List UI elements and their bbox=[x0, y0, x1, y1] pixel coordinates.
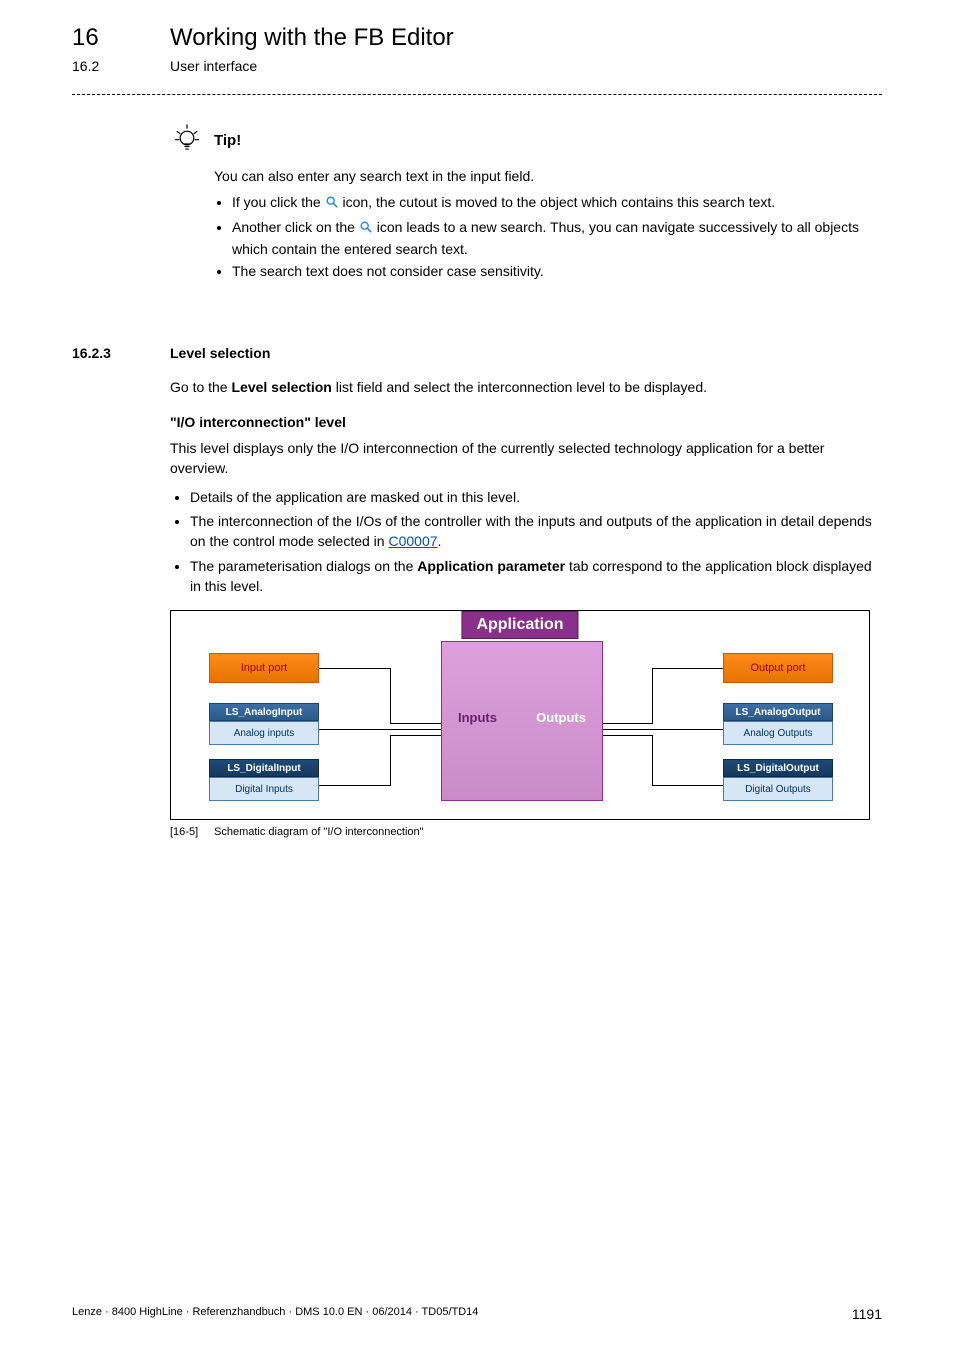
body-text: This level displays only the I/O interco… bbox=[170, 438, 882, 479]
magnifier-icon bbox=[359, 219, 373, 239]
diagram-outputs-label: Outputs bbox=[536, 710, 586, 725]
list-item: The parameterisation dialogs on the Appl… bbox=[190, 556, 882, 597]
list-item: Details of the application are masked ou… bbox=[190, 487, 882, 507]
diagram-wire bbox=[390, 735, 441, 736]
divider bbox=[72, 94, 882, 95]
tip-bullet: Another click on the icon leads to a new… bbox=[232, 217, 882, 260]
section-heading: 16.2User interface bbox=[72, 58, 882, 74]
section-title: User interface bbox=[170, 58, 257, 74]
chapter-title: Working with the FB Editor bbox=[170, 24, 454, 51]
tip-bullet: If you click the icon, the cutout is mov… bbox=[232, 192, 882, 214]
diagram-inputs-label: Inputs bbox=[458, 710, 497, 725]
diagram-wire bbox=[603, 735, 653, 736]
diagram-wire bbox=[319, 729, 441, 730]
figure-caption: [16-5]Schematic diagram of "I/O intercon… bbox=[170, 826, 870, 838]
diagram-wire bbox=[390, 723, 441, 724]
diagram-ls-analoginput-body: Analog inputs bbox=[209, 721, 319, 745]
diagram-wire bbox=[603, 723, 653, 724]
subsection-heading: 16.2.3Level selection bbox=[72, 345, 882, 363]
page-number: 1191 bbox=[852, 1306, 882, 1322]
body-text: Go to the Level selection list field and… bbox=[170, 377, 882, 397]
diagram-ls-analoginput-header: LS_AnalogInput bbox=[209, 703, 319, 721]
subsection-title: Level selection bbox=[170, 345, 270, 361]
magnifier-icon bbox=[325, 194, 339, 214]
diagram-app-body: Inputs Outputs bbox=[441, 641, 603, 801]
diagram-io-interconnection: Application Inputs Outputs Input port LS… bbox=[170, 610, 870, 820]
subsection-number: 16.2.3 bbox=[72, 345, 170, 361]
diagram-wire bbox=[390, 735, 391, 785]
figure-tag: [16-5] bbox=[170, 826, 214, 838]
footer-left: Lenze · 8400 HighLine · Referenzhandbuch… bbox=[72, 1306, 478, 1322]
chapter-heading: 16Working with the FB Editor bbox=[72, 24, 882, 52]
diagram-wire bbox=[652, 735, 653, 785]
diagram-wire bbox=[652, 785, 723, 786]
lightbulb-icon bbox=[170, 121, 204, 160]
diagram-ls-digitaloutput-body: Digital Outputs bbox=[723, 777, 833, 801]
figure-text: Schematic diagram of "I/O interconnectio… bbox=[214, 826, 424, 838]
diagram-ls-digitaloutput-header: LS_DigitalOutput bbox=[723, 759, 833, 777]
diagram-wire bbox=[319, 785, 391, 786]
diagram-ls-analogoutput-body: Analog Outputs bbox=[723, 721, 833, 745]
section-number: 16.2 bbox=[72, 58, 170, 74]
link-c00007[interactable]: C00007 bbox=[388, 533, 437, 549]
diagram-ls-analogoutput-header: LS_AnalogOutput bbox=[723, 703, 833, 721]
diagram-app-header: Application bbox=[461, 611, 578, 639]
page-footer: Lenze · 8400 HighLine · Referenzhandbuch… bbox=[72, 1306, 882, 1322]
tip-intro: You can also enter any search text in th… bbox=[214, 166, 882, 186]
diagram-ls-digitalinput-header: LS_DigitalInput bbox=[209, 759, 319, 777]
diagram-wire bbox=[652, 668, 653, 723]
list-item: The interconnection of the I/Os of the c… bbox=[190, 511, 882, 552]
tip-label: Tip! bbox=[214, 132, 241, 149]
diagram-output-port: Output port bbox=[723, 653, 833, 683]
diagram-input-port: Input port bbox=[209, 653, 319, 683]
diagram-wire bbox=[603, 729, 723, 730]
diagram-wire bbox=[319, 668, 391, 669]
diagram-wire bbox=[652, 668, 723, 669]
tip-block: Tip! You can also enter any search text … bbox=[170, 121, 882, 281]
diagram-ls-digitalinput-body: Digital Inputs bbox=[209, 777, 319, 801]
diagram-wire bbox=[390, 668, 391, 723]
chapter-number: 16 bbox=[72, 24, 170, 52]
body-subheading: "I/O interconnection" level bbox=[170, 412, 882, 432]
tip-bullet: The search text does not consider case s… bbox=[232, 261, 882, 281]
